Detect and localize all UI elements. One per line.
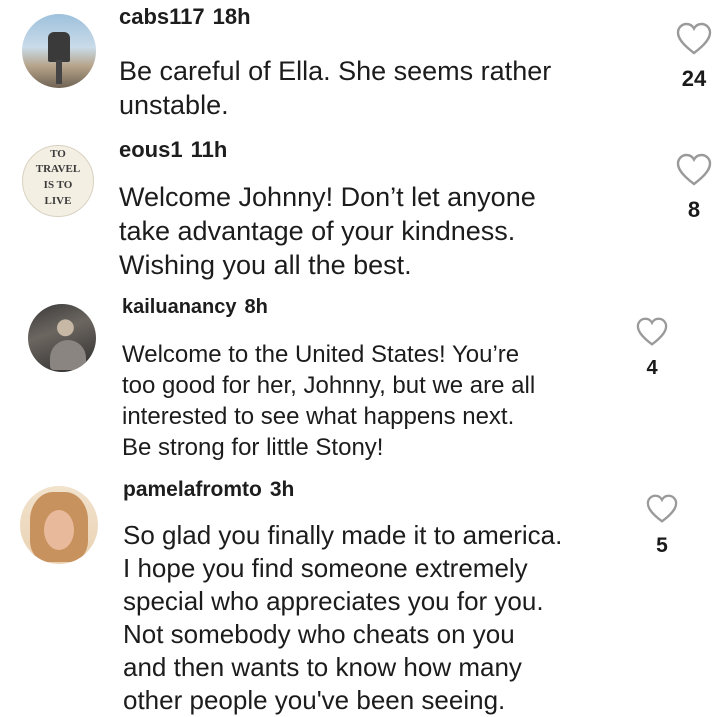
username[interactable]: cabs117 — [119, 4, 205, 29]
comment-text: So glad you finally made it to america. … — [123, 519, 562, 717]
comment-line: take advantage of your kindness. — [119, 216, 516, 246]
comment-meta: kailuanancy 8h — [122, 296, 268, 319]
avatar-badge-text: LIVE — [44, 195, 72, 207]
heart-icon[interactable] — [676, 22, 712, 56]
timestamp: 3h — [269, 478, 295, 501]
username[interactable]: eous1 — [119, 137, 183, 162]
username[interactable]: pamelafromto — [123, 478, 262, 501]
comment-text: Welcome to the United States! You’re too… — [122, 339, 535, 463]
comment-line: Not somebody who cheats on you — [123, 619, 515, 649]
comment-meta: cabs117 18h — [119, 4, 251, 30]
heart-icon[interactable] — [646, 494, 678, 524]
comment-line: unstable. — [119, 90, 229, 120]
avatar[interactable] — [20, 486, 98, 564]
avatar-badge-text: TO — [50, 148, 66, 160]
comment-text: Be careful of Ella. She seems rather uns… — [119, 54, 551, 122]
comment-line: and then wants to know how many — [123, 652, 522, 682]
comment-line: Welcome to the United States! You’re — [122, 341, 520, 368]
heart-icon[interactable] — [636, 317, 668, 347]
timestamp: 18h — [212, 4, 251, 29]
like-count: 5 — [656, 534, 668, 557]
comment-line: Wishing you all the best. — [119, 250, 412, 280]
comment-line: other people you've been seeing. — [123, 685, 506, 715]
comment-line: Welcome Johnny! Don’t let anyone — [119, 182, 536, 212]
comment-meta: pamelafromto 3h — [123, 478, 294, 502]
like-control[interactable]: 5 — [646, 494, 678, 558]
comment-line: interested to see what happens next. — [122, 403, 515, 430]
username[interactable]: kailuanancy — [122, 296, 237, 318]
like-count: 4 — [646, 357, 658, 379]
like-count: 8 — [687, 197, 701, 222]
comment-line: Be strong for little Stony! — [122, 434, 384, 461]
avatar-badge-text: TRAVEL — [35, 163, 81, 175]
timestamp: 8h — [244, 296, 268, 318]
like-control[interactable]: 8 — [676, 153, 712, 223]
avatar[interactable] — [22, 14, 96, 88]
comment-line: So glad you finally made it to america. — [123, 520, 563, 550]
avatar[interactable] — [28, 304, 96, 372]
like-count: 24 — [681, 66, 707, 91]
timestamp: 11h — [190, 137, 228, 162]
like-control[interactable]: 4 — [636, 317, 668, 380]
comment-line: I hope you find someone extremely — [123, 553, 528, 583]
comment-meta: eous1 11h — [119, 137, 227, 163]
comment-line: Be careful of Ella. She seems rather — [119, 56, 552, 86]
avatar-badge-text: IS TO — [43, 179, 73, 191]
comment-line: too good for her, Johnny, but we are all — [122, 372, 536, 399]
avatar[interactable]: TO TRAVEL IS TO LIVE — [22, 145, 94, 217]
heart-icon[interactable] — [676, 153, 712, 187]
comment-text: Welcome Johnny! Don’t let anyone take ad… — [119, 180, 536, 282]
like-control[interactable]: 24 — [676, 22, 712, 92]
comment-line: special who appreciates you for you. — [123, 586, 544, 616]
